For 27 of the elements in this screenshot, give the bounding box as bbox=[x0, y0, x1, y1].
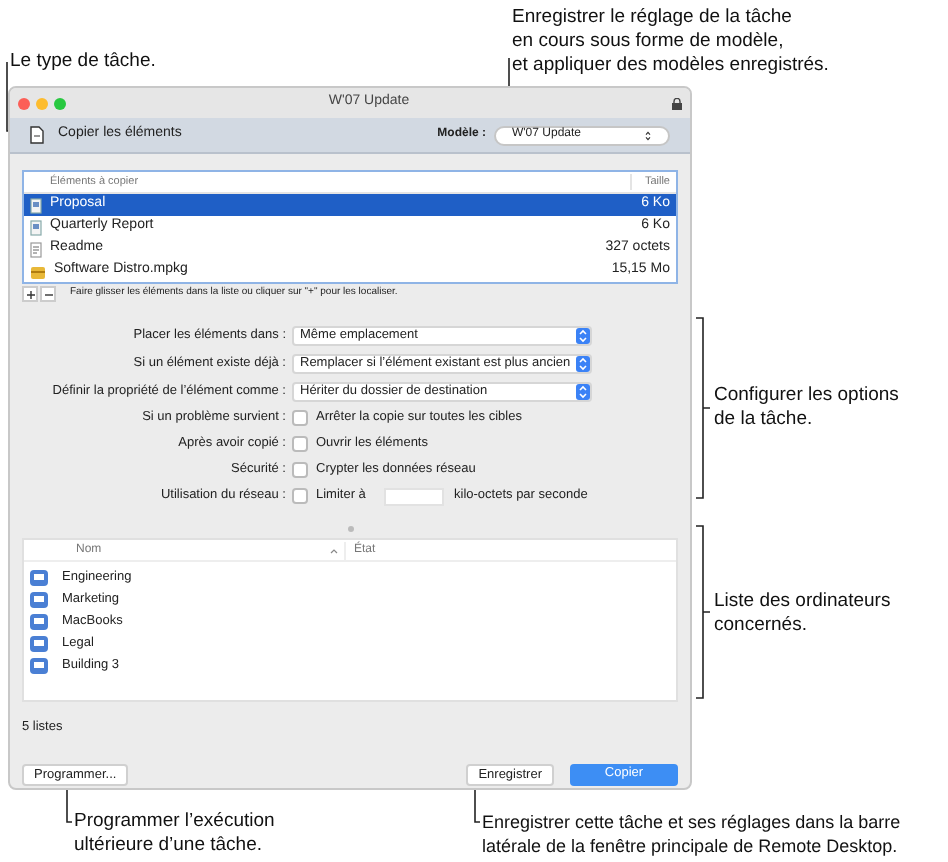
checkbox[interactable] bbox=[292, 410, 308, 426]
split-handle-icon[interactable] bbox=[347, 526, 353, 532]
remove-button[interactable] bbox=[40, 286, 56, 302]
checkbox[interactable] bbox=[292, 436, 308, 452]
plus-icon bbox=[25, 289, 35, 299]
checkbox[interactable] bbox=[292, 488, 308, 504]
minus-icon bbox=[43, 289, 53, 299]
dropdown-arrows-icon bbox=[644, 129, 652, 141]
callout-text: Enregistrer le réglage de la tâche en cours sous forme de modèle, et appliquer des modèles enregistrés. bbox=[512, 6, 829, 78]
callout-text: Programmer l’exécution ultérieure d’une tâche. bbox=[74, 810, 275, 858]
dropdown-arrows-icon bbox=[576, 383, 590, 399]
callout-text: Configurer les options de la tâche. bbox=[714, 384, 899, 432]
text-file-icon bbox=[30, 241, 42, 257]
minimize-button[interactable] bbox=[36, 97, 48, 109]
callout-text: Le type de tâche. bbox=[10, 50, 156, 74]
callout-text: Enregistrer cette tâche et ses réglages dans la barre latérale de la fenêtre principale de Remote Desktop. bbox=[482, 810, 901, 858]
close-button[interactable] bbox=[18, 97, 30, 109]
document-icon bbox=[30, 126, 44, 144]
callout-text: Liste des ordinateurs concernés. bbox=[714, 590, 891, 638]
add-button[interactable] bbox=[22, 286, 38, 302]
rate-input-field[interactable] bbox=[384, 487, 444, 505]
dropdown-arrows-icon bbox=[576, 327, 590, 343]
dropdown-arrows-icon bbox=[576, 355, 590, 371]
package-icon bbox=[30, 263, 46, 279]
checkbox[interactable] bbox=[292, 462, 308, 478]
zoom-button[interactable] bbox=[54, 97, 66, 109]
lock-icon bbox=[672, 97, 682, 109]
